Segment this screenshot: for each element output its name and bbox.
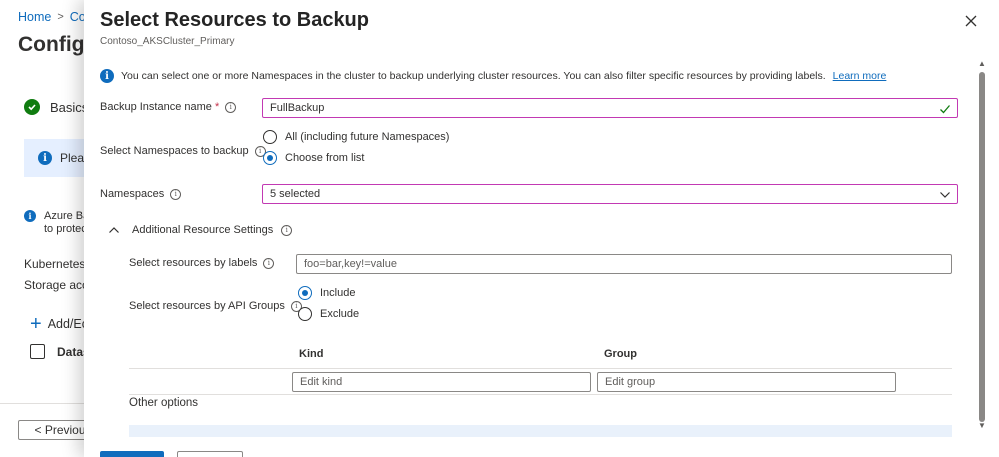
panel-subtitle: Contoso_AKSCluster_Primary bbox=[100, 36, 235, 47]
scroll-thumb[interactable] bbox=[979, 72, 985, 422]
breadcrumb: Home > Con bbox=[18, 10, 93, 24]
select-resources-panel: Select Resources to Backup Contoso_AKSCl… bbox=[84, 0, 999, 457]
radio-button[interactable] bbox=[298, 286, 312, 300]
required-indicator: * bbox=[214, 101, 220, 113]
backup-instance-value: FullBackup bbox=[270, 102, 325, 114]
api-groups-label: Select resources by API Groups bbox=[129, 300, 285, 312]
scrollbar[interactable]: ▲ ▼ bbox=[976, 58, 988, 434]
close-button[interactable] bbox=[962, 12, 980, 30]
secondary-action-button[interactable] bbox=[177, 451, 243, 457]
info-icon: i bbox=[100, 69, 114, 83]
add-edit-label: Add/Ec bbox=[47, 317, 88, 331]
radio-exclude[interactable]: Exclude bbox=[298, 307, 359, 321]
checkmark-icon bbox=[24, 99, 40, 115]
chevron-right-icon: > bbox=[57, 11, 64, 23]
info-icon: i bbox=[24, 210, 36, 222]
info-icon[interactable]: i bbox=[170, 188, 182, 200]
api-groups-label-group: Select resources by API Groups i bbox=[129, 300, 302, 312]
info-icon[interactable]: i bbox=[225, 101, 237, 113]
radio-label: Exclude bbox=[320, 308, 360, 320]
scroll-up-icon[interactable]: ▲ bbox=[977, 58, 987, 68]
kind-column-header: Kind bbox=[299, 348, 324, 360]
panel-info-message: i You can select one or more Namespaces … bbox=[100, 69, 886, 83]
info-icon[interactable]: i bbox=[263, 257, 275, 269]
radio-choose-from-list[interactable]: Choose from list bbox=[263, 151, 364, 165]
edit-group-input[interactable]: Edit group bbox=[597, 372, 896, 392]
radio-button[interactable] bbox=[298, 307, 312, 321]
section-label: Additional Resource Settings bbox=[132, 224, 274, 236]
info-icon: i bbox=[38, 151, 52, 165]
other-options-heading: Other options bbox=[129, 397, 199, 409]
radio-button[interactable] bbox=[263, 151, 277, 165]
group-placeholder: Edit group bbox=[605, 376, 656, 388]
radio-label: Include bbox=[320, 287, 356, 299]
namespaces-to-backup-label-group: Select Namespaces to backup i bbox=[100, 145, 266, 157]
backup-instance-label: Backup Instance name bbox=[100, 101, 212, 113]
table-divider bbox=[129, 394, 952, 395]
step-label: Basics bbox=[50, 99, 89, 115]
scroll-down-icon[interactable]: ▼ bbox=[977, 420, 987, 430]
select-all-checkbox[interactable] bbox=[30, 344, 45, 359]
footer-divider bbox=[0, 403, 84, 404]
info-strip bbox=[129, 425, 952, 437]
namespaces-label-group: Namespaces i bbox=[100, 188, 182, 200]
namespaces-selected-value: 5 selected bbox=[270, 188, 321, 200]
namespaces-to-backup-label: Select Namespaces to backup bbox=[100, 145, 249, 157]
primary-action-button[interactable] bbox=[100, 451, 164, 457]
panel-title: Select Resources to Backup bbox=[100, 9, 369, 31]
labels-field-label: Select resources by labels bbox=[129, 257, 258, 269]
panel-info-text: You can select one or more Namespaces in… bbox=[121, 70, 826, 82]
namespaces-label: Namespaces bbox=[100, 188, 165, 200]
labels-placeholder: foo=bar,key!=value bbox=[304, 258, 397, 270]
radio-include[interactable]: Include bbox=[298, 286, 355, 300]
plus-icon: + bbox=[30, 313, 42, 335]
namespaces-dropdown[interactable]: 5 selected bbox=[262, 184, 958, 204]
wizard-step-basics[interactable]: Basics bbox=[24, 99, 88, 115]
chevron-down-icon bbox=[940, 192, 950, 198]
breadcrumb-home[interactable]: Home bbox=[18, 10, 51, 24]
backup-instance-label-group: Backup Instance name * i bbox=[100, 101, 237, 113]
labels-input[interactable]: foo=bar,key!=value bbox=[296, 254, 952, 274]
radio-button[interactable] bbox=[263, 130, 277, 144]
info-icon[interactable]: i bbox=[281, 224, 293, 236]
kind-placeholder: Edit kind bbox=[300, 376, 343, 388]
radio-label: Choose from list bbox=[285, 152, 365, 164]
table-header-row: Datas bbox=[30, 344, 90, 359]
chevron-up-icon bbox=[109, 227, 119, 233]
add-edit-button[interactable]: + Add/Ec bbox=[30, 313, 88, 335]
radio-all-namespaces[interactable]: All (including future Namespaces) bbox=[263, 130, 449, 144]
checkmark-icon bbox=[940, 105, 950, 114]
group-column-header: Group bbox=[604, 348, 637, 360]
labels-field-label-group: Select resources by labels i bbox=[129, 257, 275, 269]
radio-label: All (including future Namespaces) bbox=[285, 131, 450, 143]
learn-more-link[interactable]: Learn more bbox=[833, 70, 887, 82]
edit-kind-input[interactable]: Edit kind bbox=[292, 372, 591, 392]
close-icon bbox=[965, 15, 977, 27]
table-divider bbox=[129, 368, 952, 369]
additional-resource-settings-toggle[interactable]: Additional Resource Settings i bbox=[108, 224, 293, 236]
backup-instance-name-input[interactable]: FullBackup bbox=[262, 98, 958, 118]
